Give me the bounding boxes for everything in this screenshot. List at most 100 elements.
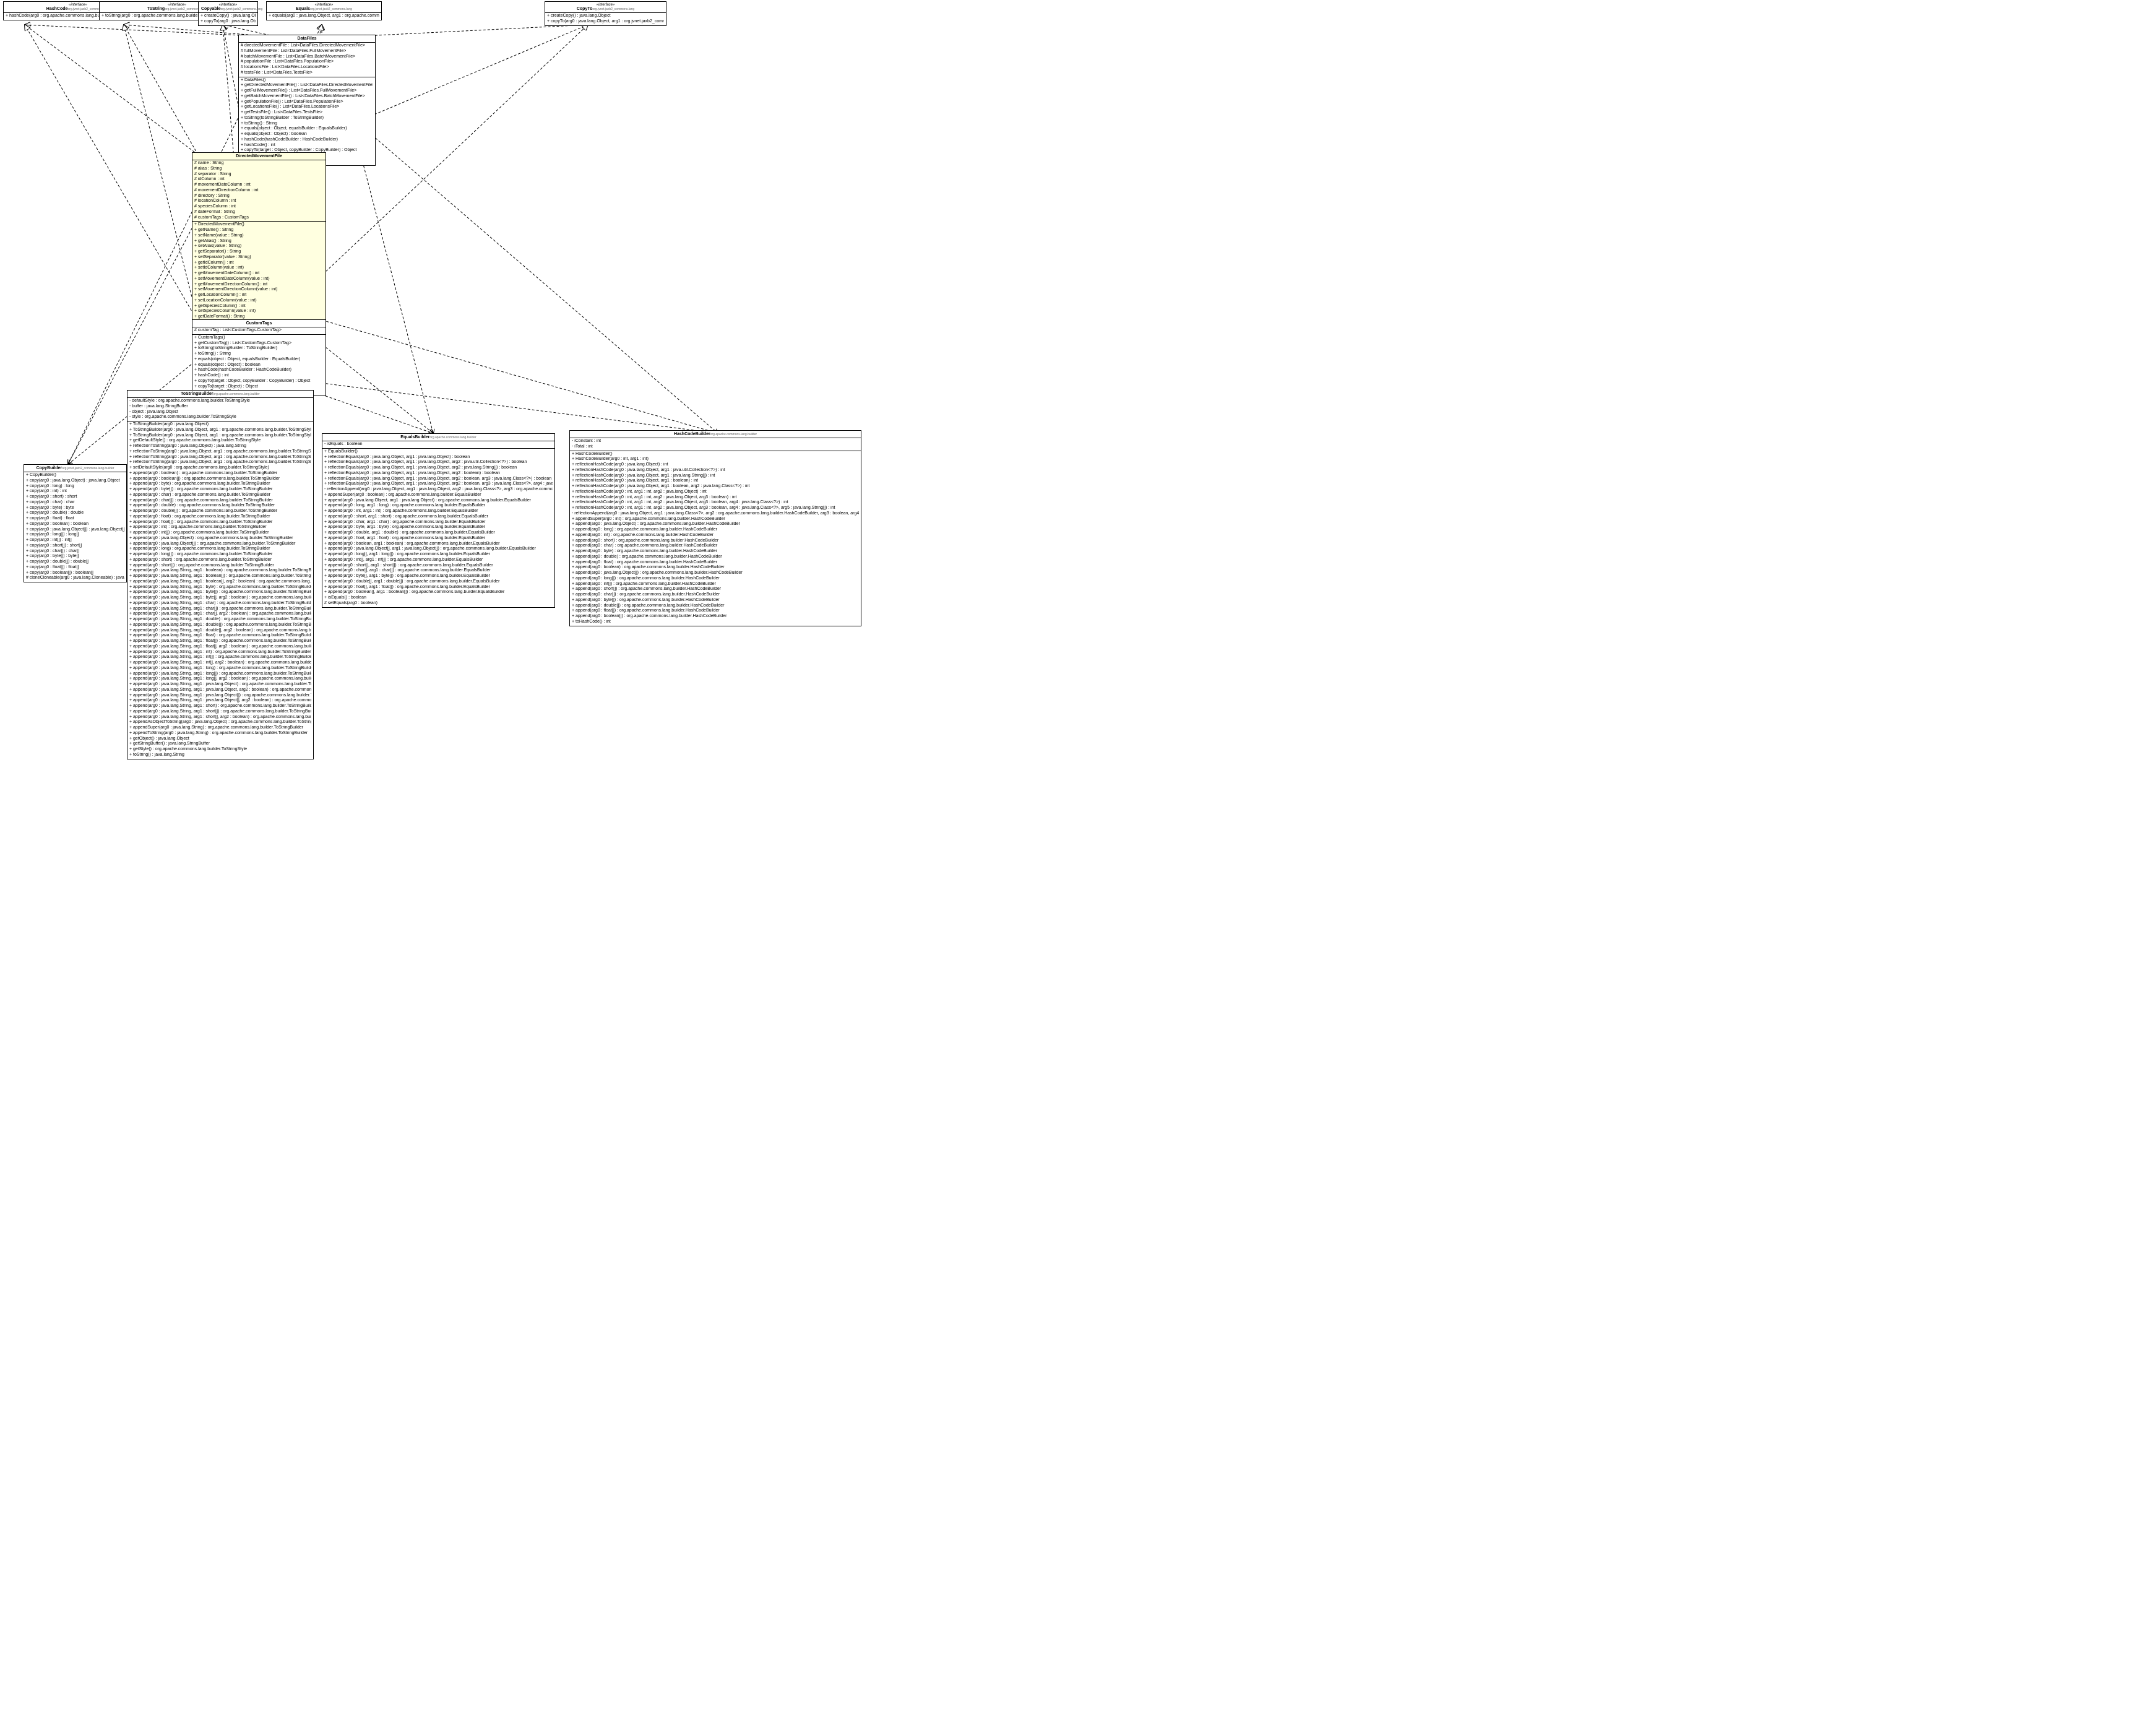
member-row: # name : String xyxy=(194,161,324,166)
member-row: + copy(arg0 : char[]) : char[] xyxy=(26,549,124,555)
member-row: + CustomTags() xyxy=(194,335,324,341)
member-row: + append(arg0 : byte[]) : org.apache.com… xyxy=(572,598,859,603)
member-row: + append(arg0 : java.lang.String, arg1 :… xyxy=(129,607,311,612)
member-row: + append(arg0 : int[]) : org.apache.comm… xyxy=(572,582,859,587)
member-row: - iConstant : int xyxy=(572,439,859,444)
member-row: + reflectionToString(arg0 : java.lang.Ob… xyxy=(129,460,311,465)
member-row: + append(arg0 : boolean, arg1 : boolean)… xyxy=(324,542,553,547)
member-row: - reflectionAppend(arg0 : java.lang.Obje… xyxy=(324,487,553,493)
member-row: + getDefaultStyle() : org.apache.commons… xyxy=(129,438,311,444)
member-row: + append(arg0 : java.lang.String, arg1 :… xyxy=(129,590,311,595)
member-row: - style : org.apache.commons.lang.builde… xyxy=(129,415,311,420)
member-row: + toString(toStringBuilder : ToStringBui… xyxy=(194,346,324,352)
class-equalsbuilder: EqualsBuilderorg.apache.commons.lang.bui… xyxy=(322,433,555,608)
member-row: + setMovementDateColumn(value : int) xyxy=(194,277,324,282)
member-row: + getMovementDirectionColumn() : int xyxy=(194,282,324,288)
member-row: + append(arg0 : boolean[], arg1 : boolea… xyxy=(324,590,553,595)
member-row: + append(arg0 : java.lang.String, arg1 :… xyxy=(129,682,311,688)
interface-copyto: «interface»CopyToorg.jvnet.jaxb2_commons… xyxy=(545,1,666,26)
member-row: + append(arg0 : double) : org.apache.com… xyxy=(572,555,859,560)
member-row: + reflectionHashCode(arg0 : java.lang.Ob… xyxy=(572,468,859,473)
member-row: + append(arg0 : char[]) : org.apache.com… xyxy=(572,592,859,598)
member-row: + setSeparator(value : String) xyxy=(194,255,324,261)
class-hashcodebuilder: HashCodeBuilderorg.apache.commons.lang.b… xyxy=(569,430,861,626)
member-row: + append(arg0 : java.lang.String, arg1 :… xyxy=(129,612,311,617)
member-row: + append(arg0 : java.lang.String, arg1 :… xyxy=(129,568,311,574)
member-row: + isEquals() : boolean xyxy=(324,595,553,601)
member-row: + append(arg0 : java.lang.String, arg1 :… xyxy=(129,715,311,720)
member-row: + append(arg0 : java.lang.String, arg1 :… xyxy=(129,579,311,585)
member-row: + setLocationColumn(value : int) xyxy=(194,298,324,304)
member-row: + setDefaultStyle(arg0 : org.apache.comm… xyxy=(129,465,311,471)
member-row: + copy(arg0 : short[]) : short[] xyxy=(26,543,124,549)
member-row: + HashCodeBuilder(arg0 : int, arg1 : int… xyxy=(572,457,859,462)
member-row: + append(arg0 : boolean) : org.apache.co… xyxy=(129,471,311,477)
member-row: + toString() : String xyxy=(194,352,324,357)
member-row: + copy(arg0 : byte) : byte xyxy=(26,506,124,511)
member-row: + copyTo(target : Object) : Object xyxy=(194,384,324,390)
member-row: + append(arg0 : char) : org.apache.commo… xyxy=(129,493,311,498)
member-row: + appendSuper(arg0 : java.lang.String) :… xyxy=(129,725,311,731)
member-row: + copy(arg0 : byte[]) : byte[] xyxy=(26,554,124,560)
member-row: + HashCodeBuilder() xyxy=(572,452,859,457)
member-row: + reflectionToString(arg0 : java.lang.Ob… xyxy=(129,455,311,460)
member-row: + reflectionHashCode(arg0 : int, arg1 : … xyxy=(572,506,859,511)
member-row: + append(arg0 : char[]) : org.apache.com… xyxy=(129,498,311,504)
member-row: # customTag : List<CustomTags.CustomTag> xyxy=(194,328,324,334)
member-row: + ToStringBuilder(arg0 : java.lang.Objec… xyxy=(129,433,311,439)
member-row: + copy(arg0 : double[]) : double[] xyxy=(26,560,124,565)
member-row: # separator : String xyxy=(194,172,324,178)
member-row: + append(arg0 : java.lang.String, arg1 :… xyxy=(129,617,311,623)
member-row: + hashCode(hashCodeBuilder : HashCodeBui… xyxy=(241,137,373,143)
member-row: + reflectionHashCode(arg0 : int, arg1 : … xyxy=(572,500,859,506)
member-row: + copy(arg0 : float) : float xyxy=(26,516,124,522)
member-row: - defaultStyle : org.apache.commons.lang… xyxy=(129,399,311,404)
member-row: + getTestsFile() : List<DataFiles.TestsF… xyxy=(241,110,373,116)
member-row: + toString() : String xyxy=(241,121,373,127)
member-row: + setIdColumn(value : int) xyxy=(194,266,324,271)
member-row: + append(arg0 : short[]) : org.apache.co… xyxy=(572,587,859,592)
member-row: + copy(arg0 : boolean[]) : boolean[] xyxy=(26,571,124,576)
member-row: + copy(arg0 : long) : long xyxy=(26,484,124,490)
member-row: + ToStringBuilder(arg0 : java.lang.Objec… xyxy=(129,428,311,433)
member-row: - isEquals : boolean xyxy=(324,442,553,447)
member-row: + append(arg0 : short) : org.apache.comm… xyxy=(572,538,859,544)
member-row: + reflectionEquals(arg0 : java.lang.Obje… xyxy=(324,471,553,477)
member-row: + equals(arg0 : java.lang.Object, arg1 :… xyxy=(269,14,379,19)
member-row: + setSpeciesColumn(value : int) xyxy=(194,309,324,314)
class-tostringbuilder: ToStringBuilderorg.apache.commons.lang.b… xyxy=(127,390,314,759)
member-row: + getStringBuffer() : java.lang.StringBu… xyxy=(129,741,311,747)
member-row: + append(arg0 : float) : org.apache.comm… xyxy=(572,560,859,566)
member-row: + getIdColumn() : int xyxy=(194,261,324,266)
member-row: + append(arg0 : java.lang.String, arg1 :… xyxy=(129,644,311,650)
member-row: + copyTo(target : Object, copyBuilder : … xyxy=(194,379,324,384)
member-row: + copy(arg0 : float[]) : float[] xyxy=(26,565,124,571)
member-row: + getAlias() : String xyxy=(194,239,324,244)
member-row: # directory : String xyxy=(194,194,324,199)
member-row: + setMovementDirectionColumn(value : int… xyxy=(194,287,324,293)
member-row: + reflectionHashCode(arg0 : java.lang.Ob… xyxy=(572,484,859,490)
member-row: + getMovementDateColumn() : int xyxy=(194,271,324,277)
member-row: + append(arg0 : int, arg1 : int) : org.a… xyxy=(324,509,553,514)
member-row: + appendAsObjectToString(arg0 : java.lan… xyxy=(129,720,311,725)
member-row: + createCopy() : java.lang.Object xyxy=(201,14,256,19)
member-row: + append(arg0 : java.lang.Object[]) : or… xyxy=(129,542,311,547)
member-row: + append(arg0 : long[]) : org.apache.com… xyxy=(129,552,311,558)
member-row: + copy(arg0 : long[]) : long[] xyxy=(26,532,124,538)
member-row: + append(arg0 : byte, arg1 : byte) : org… xyxy=(324,525,553,530)
member-row: + append(arg0 : double[], arg1 : double[… xyxy=(324,579,553,585)
member-row: # speciesColumn : int xyxy=(194,204,324,210)
member-row: + append(arg0 : float[]) : org.apache.co… xyxy=(572,608,859,614)
member-row: + reflectionEquals(arg0 : java.lang.Obje… xyxy=(324,460,553,465)
member-row: + append(arg0 : byte[], arg1 : byte[]) :… xyxy=(324,574,553,579)
member-row: + hashCode() : int xyxy=(241,143,373,149)
member-row: + hashCode(hashCodeBuilder : HashCodeBui… xyxy=(194,368,324,373)
member-row: + append(arg0 : java.lang.Object, arg1 :… xyxy=(324,498,553,504)
member-row: + append(arg0 : java.lang.String, arg1 :… xyxy=(129,601,311,607)
member-row: + append(arg0 : java.lang.String, arg1 :… xyxy=(129,655,311,660)
member-row: + CopyBuilder() xyxy=(26,473,124,478)
member-row: + append(arg0 : float[], arg1 : float[])… xyxy=(324,585,553,590)
member-row: + copy(arg0 : short) : short xyxy=(26,495,124,500)
member-row: + createCopy() : java.lang.Object xyxy=(547,14,664,19)
class-customtags: CustomTags # customTag : List<CustomTags… xyxy=(192,319,326,396)
